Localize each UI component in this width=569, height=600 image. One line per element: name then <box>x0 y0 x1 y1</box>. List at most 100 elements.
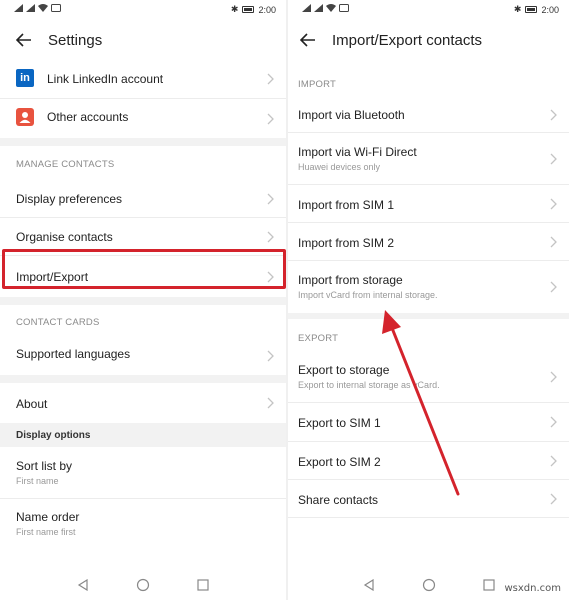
chevron-right-icon <box>550 281 557 293</box>
list-item-label: Share contacts <box>298 493 379 507</box>
settings-screen: ✱ 2:00 Settings in Link LinkedIn account… <box>0 0 286 600</box>
recents-nav-icon[interactable] <box>481 577 497 593</box>
status-time: 2:00 <box>258 4 276 15</box>
back-arrow-icon[interactable] <box>298 30 318 50</box>
list-item-label: Organise contacts <box>16 230 113 244</box>
list-item-label: Import/Export <box>16 270 89 284</box>
list-item-label: Link LinkedIn account <box>47 72 164 86</box>
list-item-other-accounts[interactable]: Other accounts <box>0 99 286 138</box>
back-nav-icon[interactable] <box>75 577 91 593</box>
list-item-label: Import from SIM 1 <box>298 198 395 212</box>
chevron-right-icon <box>550 198 557 209</box>
section-header-export: EXPORT <box>288 319 569 351</box>
chevron-right-icon <box>550 416 557 428</box>
group-divider <box>0 297 286 305</box>
list-item-import-sim2[interactable]: Import from SIM 2 <box>288 223 569 261</box>
back-arrow-icon[interactable] <box>14 30 34 50</box>
title-bar: Settings <box>0 20 286 60</box>
signal-icon <box>314 4 323 12</box>
list-item-label: About <box>16 397 48 411</box>
list-item-organise-contacts[interactable]: Organise contacts <box>0 218 286 256</box>
back-nav-icon[interactable] <box>361 577 377 593</box>
chevron-right-icon <box>267 113 274 124</box>
section-header-label: MANAGE CONTACTS <box>16 159 115 170</box>
list-item-sort-list-by[interactable]: Sort list by First name <box>0 447 286 499</box>
section-header-label: EXPORT <box>298 333 339 344</box>
list-item-label: Name order <box>16 510 80 524</box>
list-item-import-bluetooth[interactable]: Import via Bluetooth <box>288 97 569 133</box>
message-icon <box>51 4 61 12</box>
home-nav-icon[interactable] <box>421 577 437 593</box>
signal-icon <box>26 4 35 12</box>
list-item-label: Sort list by <box>16 459 73 473</box>
list-item-export-storage[interactable]: Export to storage Export to internal sto… <box>288 351 569 403</box>
chevron-right-icon <box>550 153 557 164</box>
recents-nav-icon[interactable] <box>195 577 211 593</box>
title-bar: Import/Export contacts <box>288 20 569 60</box>
list-item-import-wifi-direct[interactable]: Import via Wi-Fi Direct Huawei devices o… <box>288 133 569 185</box>
navigation-bar <box>0 570 286 600</box>
list-item-label: Export to storage <box>298 363 390 377</box>
account-icon <box>16 108 34 126</box>
wifi-icon <box>38 4 48 12</box>
section-header-manage: MANAGE CONTACTS <box>0 146 286 180</box>
list-item-label: Import via Wi-Fi Direct <box>298 145 417 159</box>
wifi-icon <box>326 4 336 12</box>
list-item-import-sim1[interactable]: Import from SIM 1 <box>288 185 569 223</box>
home-nav-icon[interactable] <box>135 577 151 593</box>
watermark: wsxdn.com <box>504 583 561 594</box>
battery-icon <box>242 6 255 13</box>
status-bar: ✱ 2:00 <box>0 0 286 20</box>
list-item-supported-languages[interactable]: Supported languages <box>0 337 286 375</box>
page-title: Settings <box>48 31 103 49</box>
list-item-linkedin[interactable]: in Link LinkedIn account <box>0 60 286 99</box>
list-item-label: Export to SIM 2 <box>298 455 381 469</box>
section-header-import: IMPORT <box>288 60 569 97</box>
group-divider <box>0 375 286 383</box>
list-item-export-sim2[interactable]: Export to SIM 2 <box>288 442 569 480</box>
list-item-import-export[interactable]: Import/Export <box>0 256 286 297</box>
page-title: Import/Export contacts <box>332 31 483 49</box>
status-bar: ✱ 2:00 <box>288 0 569 20</box>
message-icon <box>339 4 349 12</box>
status-time: 2:00 <box>541 4 559 15</box>
chevron-right-icon <box>550 455 557 466</box>
list-item-label: Supported languages <box>16 347 131 361</box>
import-export-screen: ✱ 2:00 Import/Export contacts IMPORT Imp… <box>288 0 569 600</box>
list-item-sublabel: First name first <box>16 527 76 537</box>
section-header-label: IMPORT <box>298 79 336 90</box>
chevron-right-icon <box>267 397 274 409</box>
chevron-right-icon <box>267 73 274 85</box>
chevron-right-icon <box>550 236 557 247</box>
list-item-display-preferences[interactable]: Display preferences <box>0 180 286 218</box>
list-item-import-storage[interactable]: Import from storage Import vCard from in… <box>288 261 569 313</box>
linkedin-icon: in <box>16 69 34 87</box>
list-item-label: Import via Bluetooth <box>298 108 405 122</box>
bluetooth-icon: ✱ <box>230 4 239 14</box>
chevron-right-icon <box>267 271 274 282</box>
section-header-label: Display options <box>16 430 91 441</box>
display-options-header: Display options <box>0 423 286 447</box>
list-item-about[interactable]: About <box>0 383 286 423</box>
chevron-right-icon <box>267 193 274 204</box>
list-item-label: Import from SIM 2 <box>298 236 395 250</box>
group-divider <box>0 138 286 146</box>
signal-icon <box>14 4 23 12</box>
chevron-right-icon <box>267 231 274 242</box>
list-item-label: Other accounts <box>47 110 129 124</box>
chevron-right-icon <box>267 350 274 362</box>
chevron-right-icon <box>550 371 557 382</box>
list-item-sublabel: Export to internal storage as vCard. <box>298 380 440 390</box>
list-item-share-contacts[interactable]: Share contacts <box>288 480 569 518</box>
signal-icon <box>302 4 311 12</box>
section-header-contact-cards: CONTACT CARDS <box>0 305 286 337</box>
chevron-right-icon <box>550 493 557 504</box>
list-item-label: Display preferences <box>16 192 123 206</box>
list-item-label: Export to SIM 1 <box>298 416 381 430</box>
list-item-sublabel: Import vCard from internal storage. <box>298 290 438 300</box>
bluetooth-icon: ✱ <box>513 4 522 14</box>
battery-icon <box>525 6 538 13</box>
chevron-right-icon <box>550 109 557 120</box>
list-item-name-order[interactable]: Name order First name first <box>0 499 286 551</box>
list-item-export-sim1[interactable]: Export to SIM 1 <box>288 403 569 442</box>
